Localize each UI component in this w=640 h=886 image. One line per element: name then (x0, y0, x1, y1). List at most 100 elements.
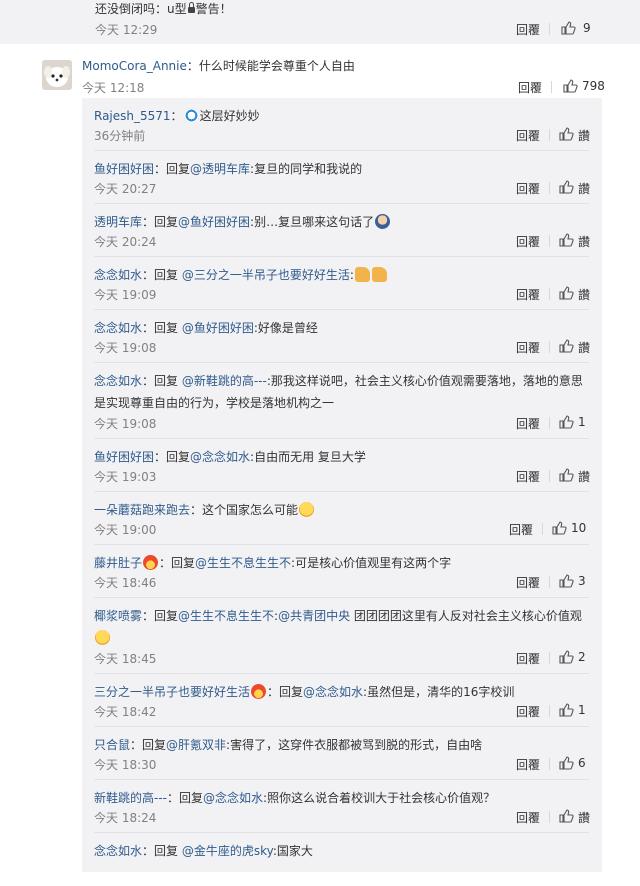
reply-button[interactable]: 回覆 (516, 180, 540, 197)
username-link[interactable]: 新鞋跳的高--- (94, 791, 167, 805)
reply-text: ：回复 (142, 844, 182, 858)
username-link[interactable]: 念念如水 (94, 844, 142, 858)
reply-button[interactable]: 回覆 (516, 468, 540, 485)
username-link[interactable]: 念念如水 (94, 268, 142, 282)
mention-link[interactable]: @念念如水 (303, 685, 363, 699)
like-count: 798 (582, 79, 605, 93)
reply-button[interactable]: 回覆 (516, 650, 540, 667)
thumbs-up-icon[interactable] (558, 702, 574, 722)
divider (549, 705, 550, 717)
comment-time: 今天 18:45 (94, 652, 157, 666)
comment-time: 今天 19:08 (94, 417, 157, 431)
thumbs-up-icon[interactable] (558, 285, 574, 305)
mention-link[interactable]: @金牛座的虎sky (182, 844, 273, 858)
weibo-comments-page: 还没倒闭吗：u型 警告！ 今天 12:29 回覆 9 MomoCora_Annie… (0, 0, 640, 872)
thumbs-up-icon[interactable] (558, 467, 574, 487)
comment-time: 今天 12:18 (82, 81, 145, 95)
username-link[interactable]: 透明车库 (94, 215, 142, 229)
reply-content: 念念如水：回复 @金牛座的虎sky:国家大 (94, 840, 588, 862)
mention-link[interactable]: @共青团中央 (278, 609, 350, 623)
reply-button[interactable]: 回覆 (516, 21, 540, 38)
username-link[interactable]: 只合鼠 (94, 738, 130, 752)
reply-content: 透明车库：回复@鱼好困好困:别…复旦哪来这句话了 (94, 211, 588, 233)
username-link[interactable]: 鱼好困好困 (94, 450, 154, 464)
divider (549, 288, 550, 300)
mention-link[interactable]: @生生不息生生不 (195, 556, 291, 570)
comment-time: 今天 20:24 (94, 235, 157, 249)
reply-content: 鱼好困好困：回复@念念如水:自由而无用 复旦大学 (94, 446, 588, 468)
comment-time: 今天 18:24 (94, 811, 157, 825)
reply-item: 念念如水：回复 @三分之一半吊子也要好好生活: 今天 19:09 回覆 讚 (82, 257, 602, 310)
previous-comment-text: 还没倒闭吗：u型 警告！ (95, 2, 232, 16)
thumb-emoji-icon (371, 267, 387, 282)
username-link[interactable]: 藤井肚子 (94, 556, 142, 570)
thumbs-up-icon[interactable] (558, 232, 574, 252)
reply-button[interactable]: 回覆 (516, 574, 540, 591)
divider (549, 182, 550, 194)
reply-button[interactable]: 回覆 (516, 703, 540, 720)
thumbs-up-icon[interactable] (558, 808, 574, 828)
comment-time: 今天 19:00 (94, 523, 157, 537)
divider (549, 652, 550, 664)
divider (549, 235, 550, 247)
username-link[interactable]: Rajesh_5571 (94, 109, 171, 123)
reply-button[interactable]: 回覆 (516, 127, 540, 144)
mention-link[interactable]: @生生不息生生不 (178, 609, 274, 623)
username-link[interactable]: 念念如水 (94, 321, 142, 335)
reply-item: 藤井肚子 ：回复@生生不息生生不:可是核心价值观里有这两个字 今天 18:46 回覆 3 (82, 545, 602, 598)
reply-button[interactable]: 回覆 (516, 809, 540, 826)
thumbs-up-icon[interactable] (562, 78, 578, 98)
reply-item: 念念如水：回复 @金牛座的虎sky:国家大 (82, 833, 602, 886)
comment-time: 今天 18:46 (94, 576, 157, 590)
cry-emoji-icon (95, 630, 110, 645)
mention-link[interactable]: @三分之一半吊子也要好好生活 (182, 268, 350, 282)
thumbs-up-icon[interactable] (558, 179, 574, 199)
reply-button[interactable]: 回覆 (516, 286, 540, 303)
reply-button[interactable]: 回覆 (516, 415, 540, 432)
main-comment-line: MomoCora_Annie：什么时候能学会尊重个人自由 (82, 57, 355, 74)
thumbs-up-icon[interactable] (551, 520, 567, 540)
reply-button[interactable]: 回覆 (516, 233, 540, 250)
username-link[interactable]: 椰浆喷雾 (94, 609, 142, 623)
fire-emoji-icon (251, 684, 267, 699)
mention-link[interactable]: @新鞋跳的高--- (182, 374, 267, 388)
mention-link[interactable]: @念念如水 (190, 450, 250, 464)
mention-link[interactable]: @鱼好困好困 (178, 215, 250, 229)
thumbs-up-icon[interactable] (558, 755, 574, 775)
avatar[interactable] (42, 60, 72, 90)
divider (549, 417, 550, 429)
thumbs-up-icon[interactable] (558, 573, 574, 593)
username-link[interactable]: MomoCora_Annie (82, 59, 187, 73)
reply-content: 一朵蘑菇跑来跑去：这个国家怎么可能 (94, 499, 588, 521)
mention-link[interactable]: @念念如水 (203, 791, 263, 805)
reply-item: 一朵蘑菇跑来跑去：这个国家怎么可能 今天 19:00 回覆 10 (82, 492, 602, 545)
reply-button[interactable]: 回覆 (516, 339, 540, 356)
username-link[interactable]: 鱼好困好困 (94, 162, 154, 176)
thumbs-up-icon[interactable] (558, 126, 574, 146)
like-count: 讚 (578, 182, 591, 196)
like-count: 9 (583, 21, 591, 35)
mention-link[interactable]: @鱼好困好困 (182, 321, 254, 335)
like-count: 1 (578, 703, 586, 717)
mention-link[interactable]: @肝氪双非 (166, 738, 226, 752)
comment-time: 今天 18:42 (94, 705, 157, 719)
reply-text: :别…复旦哪来这句话了 (250, 215, 375, 229)
thumbs-up-icon[interactable] (560, 20, 576, 40)
reply-item: 新鞋跳的高---：回复@念念如水:照你这么说合着校训大于社会核心价值观？ 今天 1… (82, 780, 602, 833)
thumbs-up-icon[interactable] (558, 414, 574, 434)
like-count: 2 (578, 650, 586, 664)
comment-time: 今天 20:27 (94, 182, 157, 196)
mention-link[interactable]: @透明车库 (190, 162, 250, 176)
reply-button[interactable]: 回覆 (509, 521, 533, 538)
reply-text: ：回复 (142, 215, 179, 229)
thumbs-up-icon[interactable] (558, 338, 574, 358)
reply-button[interactable]: 回覆 (518, 79, 542, 96)
username-link[interactable]: 念念如水 (94, 374, 142, 388)
thumbs-up-icon[interactable] (558, 649, 574, 669)
reply-content: 念念如水：回复 @新鞋跳的高---:那我这样说吧，社会主义核心价值观需要落地，落… (94, 370, 588, 414)
reply-button[interactable]: 回覆 (516, 756, 540, 773)
reply-text: :自由而无用 复旦大学 (250, 450, 366, 464)
username-link[interactable]: 三分之一半吊子也要好好生活 (94, 685, 250, 699)
username-link[interactable]: 一朵蘑菇跑来跑去 (94, 503, 190, 517)
blue-emoji-icon (183, 108, 199, 123)
